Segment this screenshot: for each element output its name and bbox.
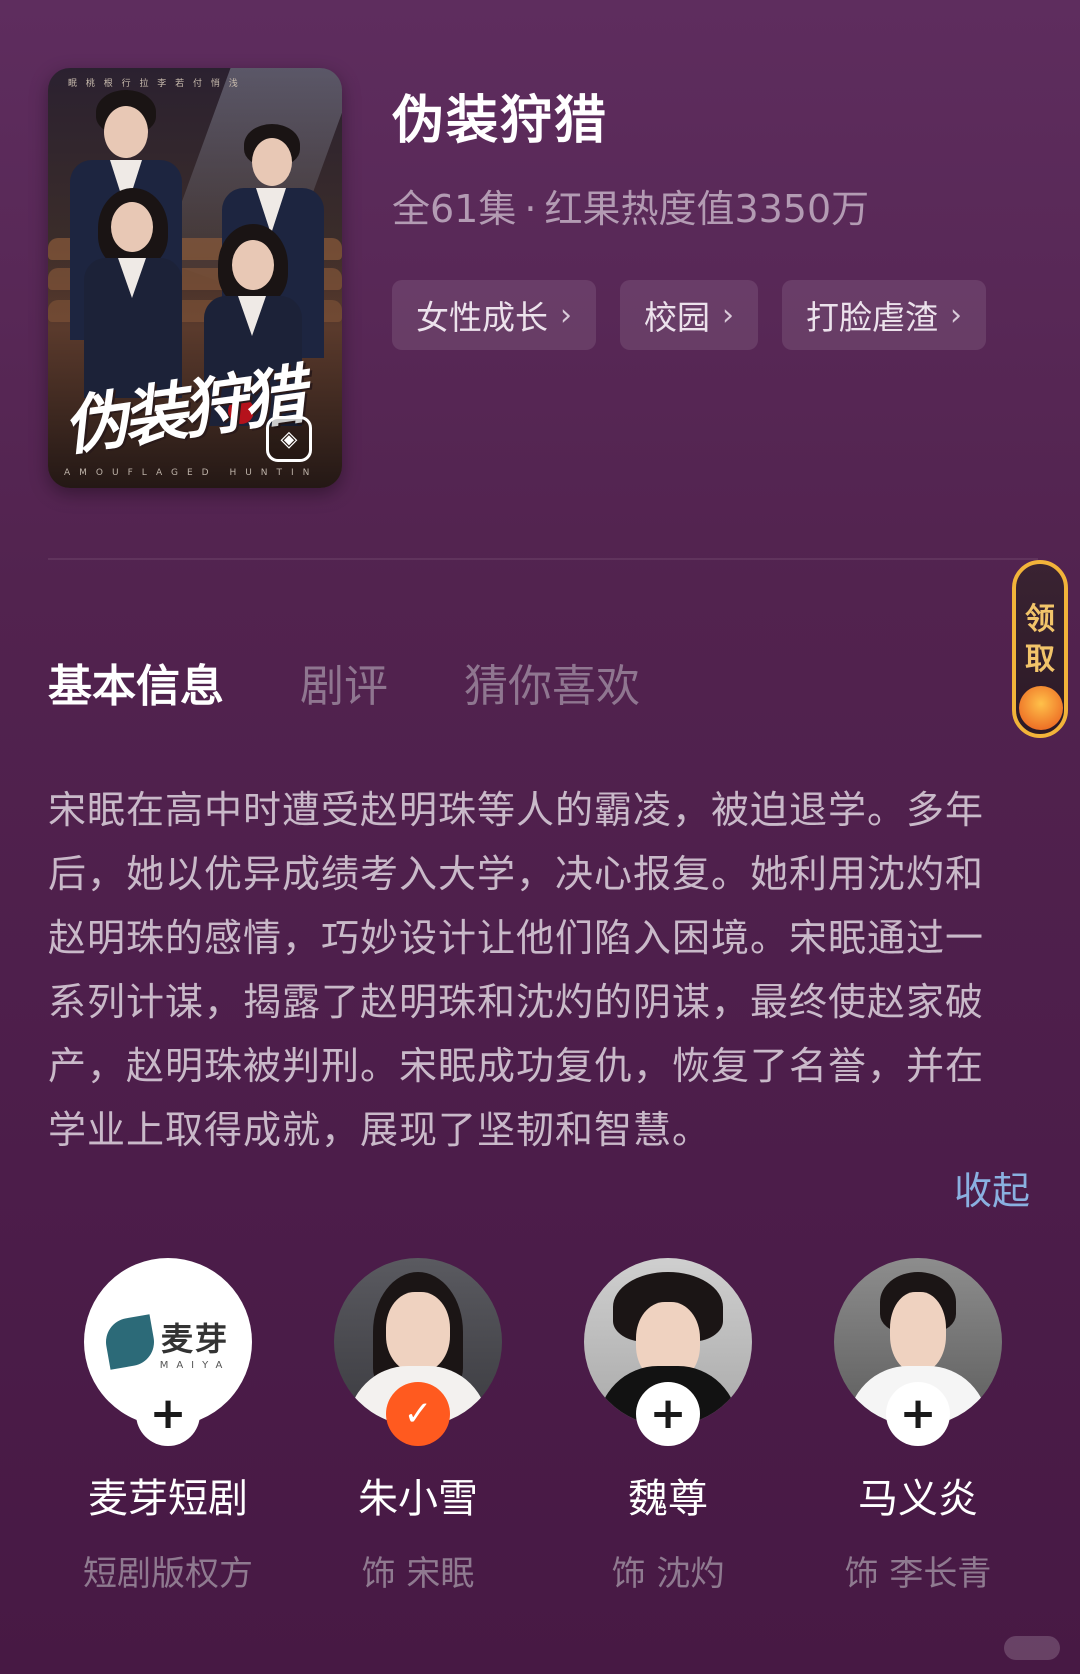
chevron-right-icon: ›: [950, 297, 962, 333]
tag-chip[interactable]: 女性成长 ›: [392, 280, 596, 350]
follow-plus-icon[interactable]: +: [636, 1382, 700, 1446]
leaf-icon: [101, 1314, 158, 1370]
follow-plus-icon[interactable]: +: [886, 1382, 950, 1446]
chevron-right-icon: ›: [560, 297, 572, 333]
tag-label: 校园: [644, 298, 710, 337]
meta-separator: ·: [524, 187, 537, 231]
tag-label: 女性成长: [416, 298, 548, 337]
cast-member[interactable]: ✓ 朱小雪 饰 宋眠: [298, 1258, 538, 1595]
avatar-wrapper: +: [584, 1258, 752, 1448]
red-envelope-icon: [1019, 686, 1063, 730]
claim-label: 取: [1025, 642, 1055, 677]
avatar-wrapper: ✓: [334, 1258, 502, 1448]
cover-image[interactable]: 眠 桃 根 行 拉 李 若 付 悄 浅 伪装狩猎 AMOUFLAGED HUNT…: [48, 68, 342, 488]
avatar-wrapper: 麦芽 MAIYA +: [84, 1258, 252, 1448]
drama-header: 眠 桃 根 行 拉 李 若 付 悄 浅 伪装狩猎 AMOUFLAGED HUNT…: [0, 0, 1080, 560]
cast-role: 饰 宋眠: [361, 1554, 475, 1594]
cast-member[interactable]: + 马义炎 饰 李长青: [798, 1258, 1038, 1595]
cast-member[interactable]: 麦芽 MAIYA + 麦芽短剧 短剧版权方: [48, 1258, 288, 1595]
tag-list: 女性成长 › 校园 › 打脸虐渣 ›: [392, 280, 986, 350]
cast-member[interactable]: + 魏尊 饰 沈灼: [548, 1258, 788, 1595]
tab-bar: 基本信息 剧评 猜你喜欢: [48, 650, 716, 714]
tag-chip[interactable]: 校园 ›: [620, 280, 758, 350]
tag-chip[interactable]: 打脸虐渣 ›: [782, 280, 986, 350]
tab-recommendations[interactable]: 猜你喜欢: [464, 650, 640, 714]
cast-name: 魏尊: [628, 1476, 708, 1522]
cast-role: 短剧版权方: [83, 1554, 253, 1594]
collapse-link[interactable]: 收起: [954, 1160, 1030, 1215]
logo-text: 麦芽: [160, 1319, 229, 1358]
claim-reward-button[interactable]: 领 取: [1012, 560, 1068, 738]
episode-count: 全61集: [392, 187, 517, 231]
avatar-wrapper: +: [834, 1258, 1002, 1448]
cast-role: 饰 沈灼: [611, 1554, 725, 1594]
drama-title: 伪装狩猎: [392, 91, 609, 151]
tab-reviews[interactable]: 剧评: [300, 650, 388, 714]
maiya-logo-icon: 麦芽 MAIYA: [101, 1314, 231, 1371]
watermark-icon: [1004, 1636, 1060, 1660]
cast-name: 马义炎: [858, 1476, 978, 1522]
cover-figure: [78, 188, 188, 398]
drama-meta: 全61集 · 红果热度值3350万: [392, 178, 869, 233]
cover-top-text: 眠 桃 根 行 拉 李 若 付 悄 浅: [68, 79, 241, 89]
followed-check-icon[interactable]: ✓: [386, 1382, 450, 1446]
logo-subtext: MAIYA: [159, 1359, 231, 1371]
claim-label: 领: [1025, 602, 1055, 637]
divider: [48, 558, 1038, 560]
cover-english-text: AMOUFLAGED HUNTIN: [64, 468, 319, 478]
follow-plus-icon[interactable]: +: [136, 1382, 200, 1446]
heat-value: 红果热度值3350万: [544, 187, 870, 231]
cast-name: 朱小雪: [358, 1476, 478, 1522]
copyright-badge-icon: ◈: [266, 416, 312, 462]
cast-name: 麦芽短剧: [88, 1476, 248, 1522]
tab-basic-info[interactable]: 基本信息: [48, 650, 224, 714]
cast-list: 麦芽 MAIYA + 麦芽短剧 短剧版权方 ✓ 朱小雪 饰 宋眠 + 魏尊 饰 …: [48, 1258, 1038, 1595]
synopsis-text: 宋眠在高中时遭受赵明珠等人的霸凌，被迫退学。多年后，她以优异成绩考入大学，决心报…: [48, 788, 985, 1152]
tag-label: 打脸虐渣: [806, 298, 938, 337]
chevron-right-icon: ›: [722, 297, 734, 333]
cast-role: 饰 李长青: [844, 1554, 992, 1594]
